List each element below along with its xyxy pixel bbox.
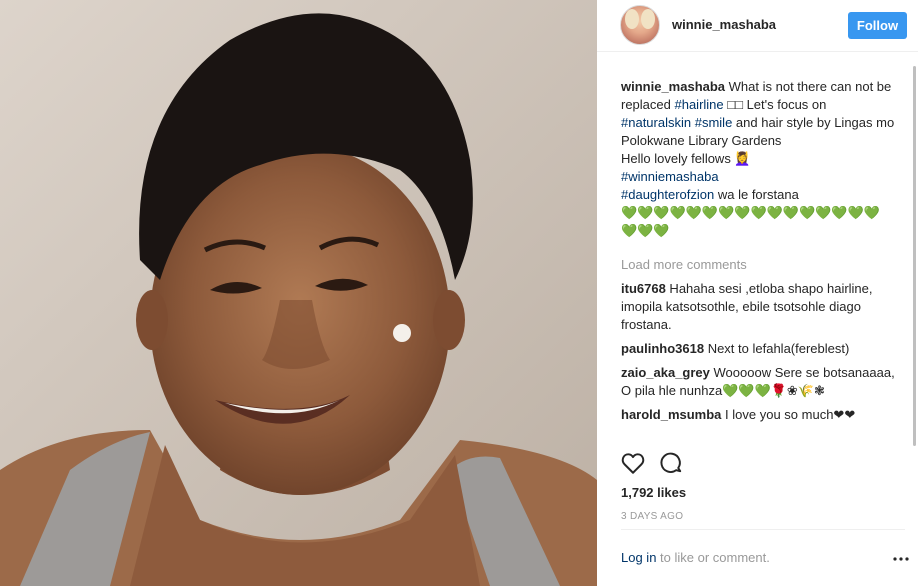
hashtag-link[interactable]: #hairline — [674, 97, 723, 112]
login-link[interactable]: Log in — [621, 550, 656, 565]
login-prompt-text: to like or comment. — [656, 550, 770, 565]
comment-text: I love you so much❤❤ — [721, 407, 856, 422]
hashtag-link[interactable]: #winniemashaba — [621, 169, 719, 184]
comment-item: zaio_aka_grey Wooooow Sere se botsanaaaa… — [621, 364, 896, 400]
post-photo-illustration — [0, 0, 597, 586]
heart-icon[interactable] — [620, 450, 646, 476]
comment-username[interactable]: zaio_aka_grey — [621, 365, 710, 380]
caption-emoji: 💚💚💚💚💚💚💚💚💚💚💚💚💚💚💚💚💚💚💚 — [621, 205, 880, 238]
comment-username[interactable]: harold_msumba — [621, 407, 721, 422]
more-options-icon[interactable] — [892, 550, 910, 568]
follow-button[interactable]: Follow — [848, 12, 907, 39]
comment-item: harold_msumba I love you so much❤❤ — [621, 406, 896, 424]
comment-item: paulinho3618 Next to lefahla(fereblest) — [621, 340, 896, 358]
comment-username[interactable]: paulinho3618 — [621, 341, 704, 356]
caption-text: Hello lovely fellows 💆‍♀️ — [621, 151, 751, 166]
likes-count[interactable]: 1,792 likes — [621, 485, 686, 500]
comments-scrollbar[interactable] — [911, 66, 918, 446]
comment-item: itu6768 Hahaha sesi ,etloba shapo hairli… — [621, 280, 896, 334]
load-more-comments-button[interactable]: Load more comments — [621, 256, 896, 274]
comment-username[interactable]: itu6768 — [621, 281, 666, 296]
comment-icon[interactable] — [658, 450, 684, 476]
post-caption: winnie_mashaba What is not there can not… — [621, 78, 896, 240]
header-username[interactable]: winnie_mashaba — [672, 17, 776, 32]
post-header: winnie_mashaba Follow — [597, 0, 918, 52]
post-date: 3 DAYS AGO — [621, 511, 684, 522]
caption-username[interactable]: winnie_mashaba — [621, 79, 725, 94]
hashtag-link[interactable]: #naturalskin — [621, 115, 691, 130]
caption-text: wa le forstana — [714, 187, 799, 202]
scrollbar-thumb[interactable] — [913, 66, 916, 446]
login-prompt: Log in to like or comment. — [621, 550, 770, 565]
divider — [621, 529, 905, 530]
post-photo[interactable] — [0, 0, 597, 586]
caption-text: □□ Let's focus on — [723, 97, 827, 112]
avatar[interactable] — [620, 5, 660, 45]
hashtag-link[interactable]: #smile — [695, 115, 733, 130]
post-side-panel: winnie_mashaba Follow winnie_mashaba Wha… — [597, 0, 918, 586]
hashtag-link[interactable]: #daughterofzion — [621, 187, 714, 202]
comment-text: Next to lefahla(fereblest) — [704, 341, 850, 356]
comments-list: winnie_mashaba What is not there can not… — [621, 78, 896, 430]
